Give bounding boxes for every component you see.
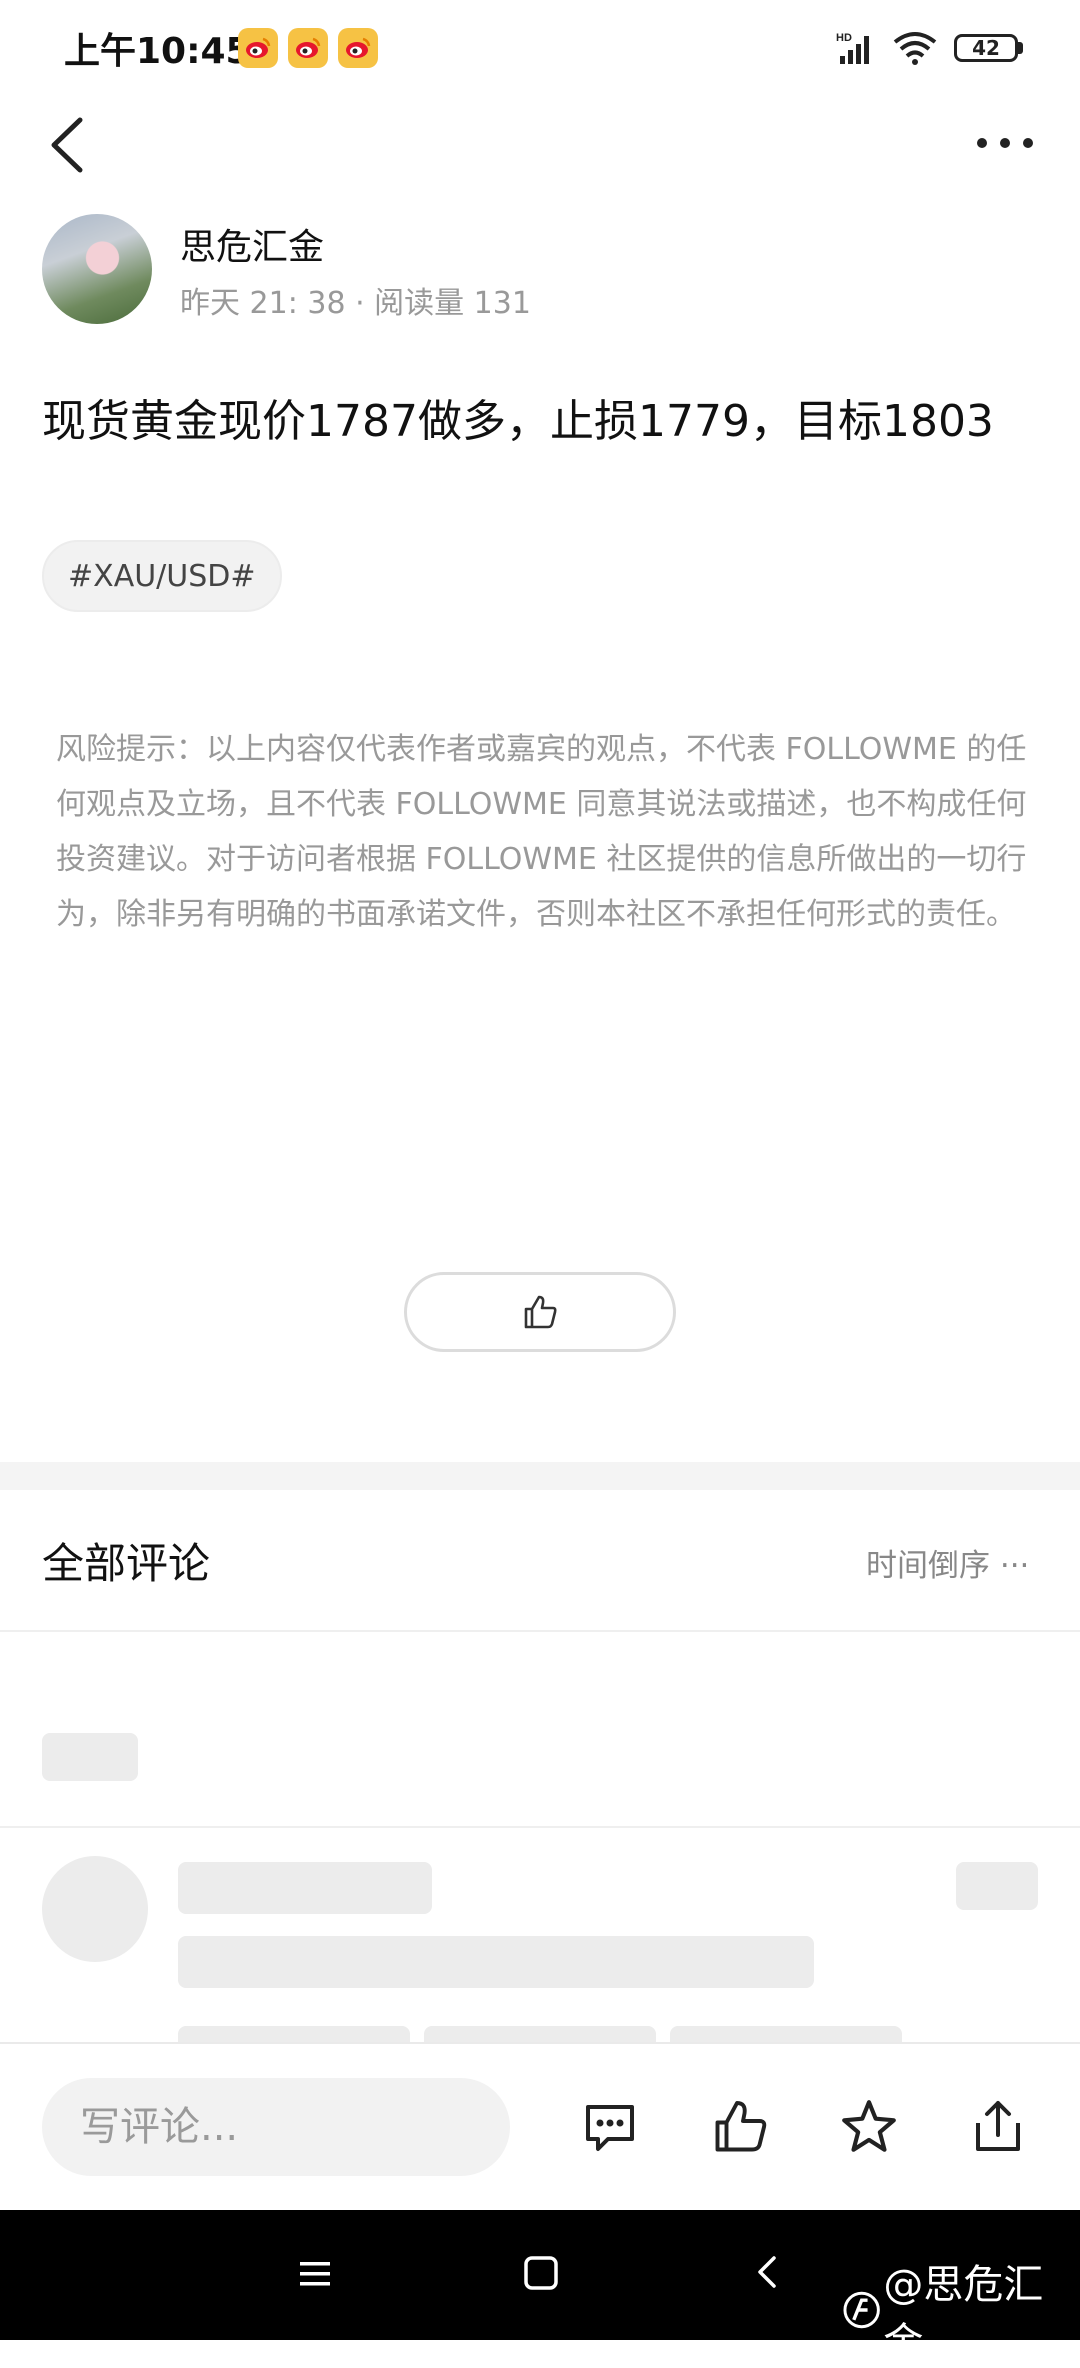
post-title: 现货黄金现价1787做多，止损1779，目标1803: [42, 396, 994, 447]
skeleton-placeholder: [42, 1733, 138, 1781]
battery-icon: 42: [954, 34, 1018, 62]
wifi-icon: [892, 30, 938, 70]
home-icon[interactable]: [522, 2254, 560, 2296]
battery-tip: [1018, 42, 1023, 54]
nav-back-icon[interactable]: [752, 2252, 782, 2296]
more-horizontal-icon: [977, 138, 1033, 148]
chevron-left-icon: [51, 117, 83, 173]
skeleton-placeholder: [178, 1936, 814, 1988]
topic-tag[interactable]: #XAU/USD#: [42, 540, 282, 612]
weibo-icon: [238, 28, 278, 68]
risk-disclaimer: 风险提示：以上内容仅代表作者或嘉宾的观点，不代表 FOLLOWME 的任何观点及…: [56, 732, 1027, 932]
comment-input[interactable]: [42, 2078, 510, 2176]
weibo-icon: [338, 28, 378, 68]
skeleton-placeholder: [178, 1862, 432, 1914]
menu-icon[interactable]: [296, 2256, 336, 2296]
sort-dropdown[interactable]: 时间倒序 ···: [866, 1540, 1029, 1585]
star-icon[interactable]: [834, 2092, 904, 2162]
toutiao-logo-icon: [843, 2291, 880, 2329]
section-divider: [0, 1462, 1080, 1490]
comment-icon[interactable]: [575, 2092, 645, 2162]
divider: [0, 1630, 1080, 1632]
comments-title: 全部评论: [42, 1539, 211, 1588]
more-button[interactable]: [970, 118, 1040, 168]
status-time: 上午10:45: [64, 31, 251, 72]
divider: [0, 1826, 1080, 1828]
signal-icon: HD: [836, 30, 880, 70]
thumbs-up-icon: [524, 1295, 557, 1329]
like-button[interactable]: [404, 1272, 676, 1352]
weibo-icon: [288, 28, 328, 68]
signal-label: HD: [836, 32, 852, 44]
watermark-text: @思危汇金: [883, 2262, 1044, 2366]
back-button[interactable]: [40, 110, 100, 180]
author-name[interactable]: 思危汇金: [180, 218, 324, 270]
share-icon[interactable]: [963, 2092, 1033, 2162]
post-meta: 昨天 21: 38 · 阅读量 131: [180, 286, 531, 321]
skeleton-avatar: [42, 1856, 148, 1962]
avatar[interactable]: [42, 214, 152, 324]
thumbs-up-icon[interactable]: [705, 2092, 775, 2162]
watermark: @思危汇金: [842, 2252, 1080, 2368]
skeleton-placeholder: [956, 1862, 1038, 1910]
battery-level: 42: [972, 36, 1000, 60]
